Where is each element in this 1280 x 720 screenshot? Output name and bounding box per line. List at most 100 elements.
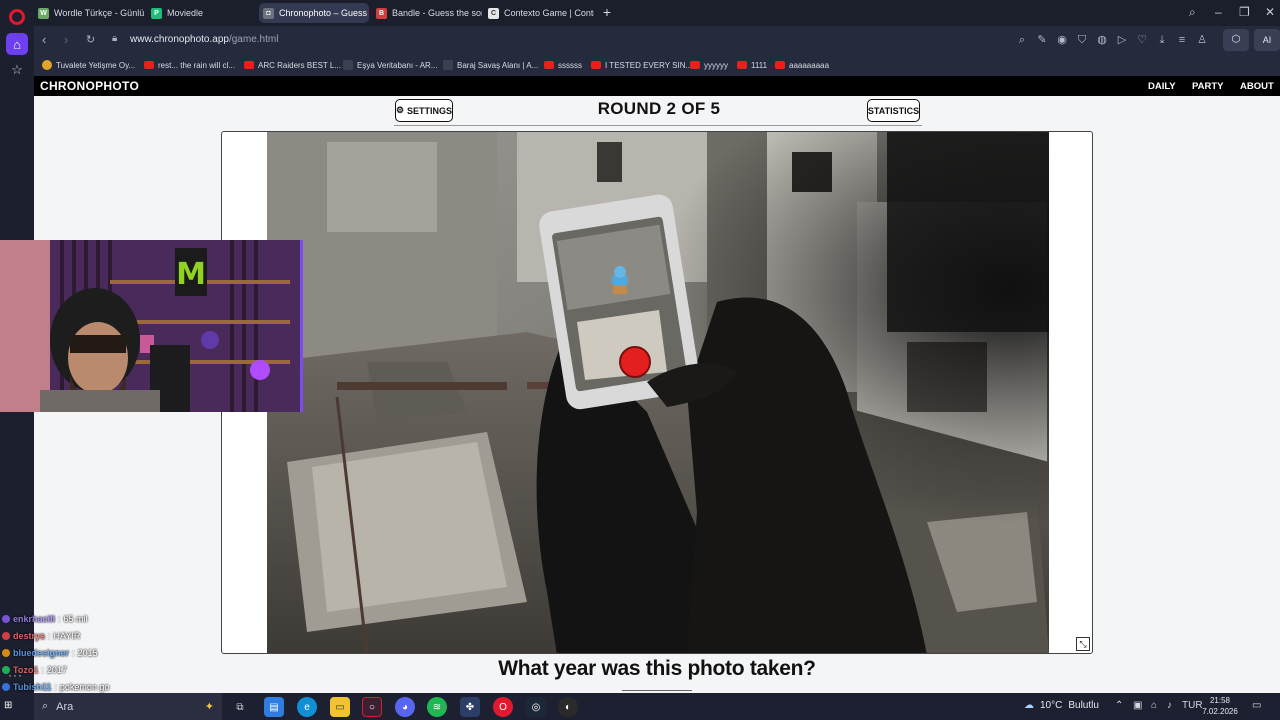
search-tabs-icon[interactable]: ⌕ [1189, 5, 1196, 20]
chat-overlay: enkrhacili : 65 mil destrys : HAYIR blue… [2, 610, 232, 695]
chat-separator: : [54, 681, 57, 692]
chat-text: pokemon go [59, 681, 110, 692]
home-icon[interactable]: ⌂ [6, 33, 28, 55]
site-logo[interactable]: CHRONOPHOTO [40, 79, 139, 93]
gear-icon: ⚙ [395, 105, 405, 115]
bookmark-item[interactable]: Baraj Savaş Alanı | A... [443, 58, 538, 72]
tray-app-icon[interactable]: ▣ [1133, 700, 1142, 711]
opera-gx-icon[interactable]: ○ [362, 697, 382, 717]
weather-desc: Bulutlu [1068, 700, 1099, 711]
extensions-icon[interactable]: ⬡ [1223, 29, 1249, 51]
reload-icon[interactable]: ↻ [86, 33, 95, 46]
chat-separator: : [41, 664, 44, 675]
bookmark-label: ssssss [558, 60, 582, 70]
heart-icon[interactable]: ♡ [1135, 33, 1149, 47]
lock-icon[interactable]: 🔒︎ [112, 33, 117, 44]
youtube-icon [591, 61, 601, 69]
steam-icon[interactable]: ◎ [526, 697, 546, 717]
discord-icon[interactable]: ◕ [395, 697, 415, 717]
search-icon: ⌕ [42, 700, 49, 712]
network-icon[interactable]: ⌂ [1151, 700, 1157, 711]
folder-icon[interactable]: ▭ [330, 697, 350, 717]
fullscreen-icon[interactable]: ⤡ [1076, 637, 1090, 651]
opera-logo-icon[interactable] [9, 9, 25, 25]
statistics-button[interactable]: STATISTICS [867, 99, 920, 122]
weather-widget[interactable]: ☁ 10°C Bulutlu [1024, 700, 1099, 711]
nav-daily[interactable]: DAILY [1148, 81, 1176, 92]
bookmark-item[interactable]: yyyyyy [690, 58, 728, 72]
bookmark-item[interactable]: rest... the rain will cl... [144, 58, 235, 72]
game-photo[interactable] [267, 132, 1049, 654]
bookmark-label: Baraj Savaş Alanı | A... [457, 60, 539, 70]
restore-icon[interactable]: ❐ [1239, 5, 1250, 19]
play-icon[interactable]: ▷ [1115, 33, 1129, 47]
download-icon[interactable]: ⤓ [1155, 33, 1169, 47]
obs-icon[interactable]: ◐ [558, 697, 578, 717]
minimize-icon[interactable]: – [1215, 5, 1222, 19]
back-icon[interactable]: ‹ [42, 32, 46, 47]
bookmarks-bar: Tuvalete Yetişme Oy... rest... the rain … [34, 54, 1280, 76]
forward-icon[interactable]: › [64, 32, 68, 47]
spotify-icon[interactable]: ≋ [427, 697, 447, 717]
bookmark-item[interactable]: 1111 [737, 58, 767, 72]
taskbar-search[interactable]: ⌕ Ara ✦ [34, 693, 222, 720]
nav-about[interactable]: ABOUT [1240, 81, 1274, 92]
vpn-icon[interactable]: ◍ [1095, 33, 1109, 47]
new-tab-icon[interactable]: + [599, 5, 615, 21]
search-icon[interactable]: ⌕ [1015, 33, 1029, 47]
clock[interactable]: 21:58 7.02.2026 [1200, 695, 1240, 717]
bookmark-label: rest... the rain will cl... [158, 60, 235, 70]
app-icon[interactable]: ▤ [264, 697, 284, 717]
profile-icon[interactable]: ♙ [1195, 33, 1209, 47]
settings-label: SETTINGS [407, 105, 453, 116]
bookmark-item[interactable]: ARC Raiders BEST L... [244, 58, 341, 72]
star-icon[interactable]: ☆ [6, 59, 28, 81]
url-field[interactable]: www.chronophoto.app/game.html [130, 34, 278, 45]
bookmark-item[interactable]: Tuvalete Yetişme Oy... [42, 58, 135, 72]
tab-contexto[interactable]: C Contexto Game | Contexto [484, 3, 594, 23]
opera-icon[interactable]: O [493, 697, 513, 717]
webcam-overlay: M [0, 240, 303, 412]
youtube-icon [737, 61, 747, 69]
youtube-icon [244, 61, 254, 69]
clock-time: 21:58 [1209, 696, 1231, 705]
notification-icon[interactable]: ▭ [1252, 700, 1261, 711]
chat-message: Tozo1 : 2017 [2, 661, 232, 678]
tab-title: Moviedle [167, 8, 204, 18]
bookmark-item[interactable]: I TESTED EVERY SIN... [591, 58, 692, 72]
close-icon[interactable]: ✕ [1265, 5, 1275, 19]
chevron-up-icon[interactable]: ⌃ [1115, 700, 1123, 711]
tab-moviedle[interactable]: P Moviedle [147, 3, 257, 23]
snapshot-icon[interactable]: ◉ [1055, 33, 1069, 47]
chat-username: destrys [13, 630, 46, 641]
volume-icon[interactable]: ♪ [1167, 700, 1172, 711]
badge-icon [2, 665, 10, 674]
tab-title: Bandle - Guess the song [392, 8, 482, 18]
app-icon[interactable]: ✤ [460, 697, 480, 717]
tab-bar: W Wordle Türkçe - Günlük K P Moviedle ◘ … [34, 0, 1280, 26]
shield-icon[interactable]: ⛉ [1075, 33, 1089, 47]
nav-party[interactable]: PARTY [1192, 81, 1224, 92]
ai-button[interactable]: AI [1254, 29, 1280, 51]
divider [394, 125, 922, 126]
bookmark-item[interactable]: Eşya Veritabanı - AR... [343, 58, 437, 72]
bookmark-item[interactable]: aaaaaaaaa [775, 58, 829, 72]
start-icon[interactable]: ⊞ [4, 700, 12, 711]
edge-icon[interactable]: e [297, 697, 317, 717]
settings-button[interactable]: ⚙ SETTINGS [395, 99, 453, 122]
menu-icon[interactable]: ≡ [1175, 33, 1189, 47]
tab-title: Chronophoto – Guess the [279, 8, 369, 18]
youtube-icon [544, 61, 554, 69]
youtube-icon [690, 61, 700, 69]
bookmark-label: Tuvalete Yetişme Oy... [56, 60, 136, 70]
chat-message: bluedesigner : 2015 [2, 644, 232, 661]
edit-icon[interactable]: ✎ [1035, 33, 1049, 47]
tab-wordle[interactable]: W Wordle Türkçe - Günlük K [34, 3, 144, 23]
task-view-icon[interactable]: ⧉ [230, 697, 250, 717]
tab-chronophoto[interactable]: ◘ Chronophoto – Guess the [259, 3, 369, 23]
taskbar: ⊞ ⌕ Ara ✦ ⧉ ▤ e ▭ ○ ◕ ≋ ✤ O ◎ ◐ ☁ 10°C B… [0, 693, 1280, 720]
chat-text: 2017 [46, 664, 67, 675]
tab-bandle[interactable]: B Bandle - Guess the song [372, 3, 482, 23]
chat-message: destrys : HAYIR [2, 627, 232, 644]
bookmark-item[interactable]: ssssss [544, 58, 582, 72]
